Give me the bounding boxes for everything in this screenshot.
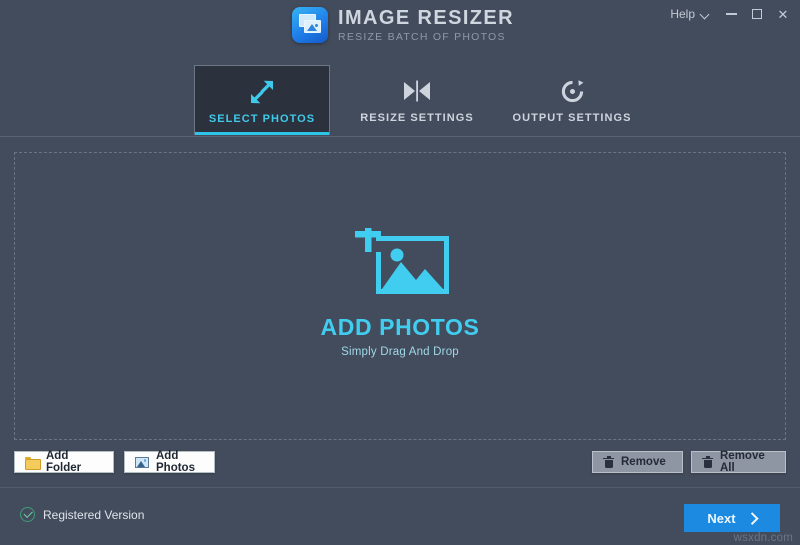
dropzone-subtitle: Simply Drag And Drop — [341, 346, 459, 358]
add-photos-label: Add Photos — [156, 450, 195, 474]
help-menu-button[interactable]: Help — [662, 3, 718, 25]
next-button[interactable]: Next — [684, 504, 780, 532]
help-menu-label: Help — [670, 7, 695, 21]
photo-dropzone[interactable]: ADD PHOTOS Simply Drag And Drop — [14, 152, 786, 440]
maximize-icon — [752, 9, 762, 19]
registration-status: Registered Version — [20, 507, 144, 522]
remove-all-label: Remove All — [720, 450, 765, 474]
window-controls: Help ✕ — [662, 0, 796, 28]
tab-resize-settings[interactable]: RESIZE SETTINGS — [349, 65, 485, 135]
photo-icon — [135, 456, 149, 468]
dropzone-title: ADD PHOTOS — [320, 314, 480, 340]
chevron-right-icon — [748, 514, 757, 523]
add-folder-button[interactable]: Add Folder — [14, 450, 114, 474]
tab-output-settings[interactable]: OUTPUT SETTINGS — [504, 65, 640, 135]
trash-icon — [603, 456, 614, 468]
remove-button[interactable]: Remove — [592, 451, 683, 473]
app-subtitle: RESIZE BATCH OF PHOTOS — [338, 31, 506, 44]
trash-icon — [702, 456, 713, 468]
app-title: IMAGE RESIZER — [338, 7, 514, 30]
tab-output-settings-label: OUTPUT SETTINGS — [512, 112, 632, 124]
chevron-down-icon — [701, 10, 710, 19]
next-button-label: Next — [707, 510, 736, 526]
minimize-icon — [725, 13, 737, 15]
check-circle-icon — [20, 507, 35, 522]
minimize-button[interactable] — [718, 1, 744, 27]
compress-width-icon — [349, 74, 485, 108]
add-photo-frame-icon — [346, 228, 454, 302]
rotate-refresh-icon — [504, 74, 640, 108]
tab-select-photos-label: SELECT PHOTOS — [208, 113, 316, 125]
add-folder-label: Add Folder — [46, 450, 82, 474]
registration-status-label: Registered Version — [43, 507, 145, 522]
close-button[interactable]: ✕ — [770, 1, 796, 27]
resize-arrows-icon — [195, 75, 329, 109]
tab-select-photos[interactable]: SELECT PHOTOS — [194, 65, 330, 135]
tab-bar: SELECT PHOTOS RESIZE SETTINGS OUTPUT SET… — [0, 56, 800, 137]
app-branding: IMAGE RESIZER RESIZE BATCH OF PHOTOS — [292, 7, 514, 43]
maximize-button[interactable] — [744, 1, 770, 27]
image-stack-icon — [292, 7, 328, 43]
title-bar: IMAGE RESIZER RESIZE BATCH OF PHOTOS Hel… — [0, 0, 800, 56]
footer-bar: Registered Version — [0, 487, 800, 545]
remove-label: Remove — [621, 456, 666, 468]
add-photos-button[interactable]: Add Photos — [124, 450, 215, 474]
watermark: wsxdn.com — [733, 532, 793, 544]
close-icon: ✕ — [777, 6, 789, 22]
image-resizer-window: IMAGE RESIZER RESIZE BATCH OF PHOTOS Hel… — [0, 0, 800, 545]
tab-resize-settings-label: RESIZE SETTINGS — [360, 112, 474, 124]
folder-icon — [25, 456, 41, 470]
remove-all-button[interactable]: Remove All — [691, 450, 786, 474]
action-button-row: Add Folder Add Photos Remove Remove All — [0, 448, 800, 487]
